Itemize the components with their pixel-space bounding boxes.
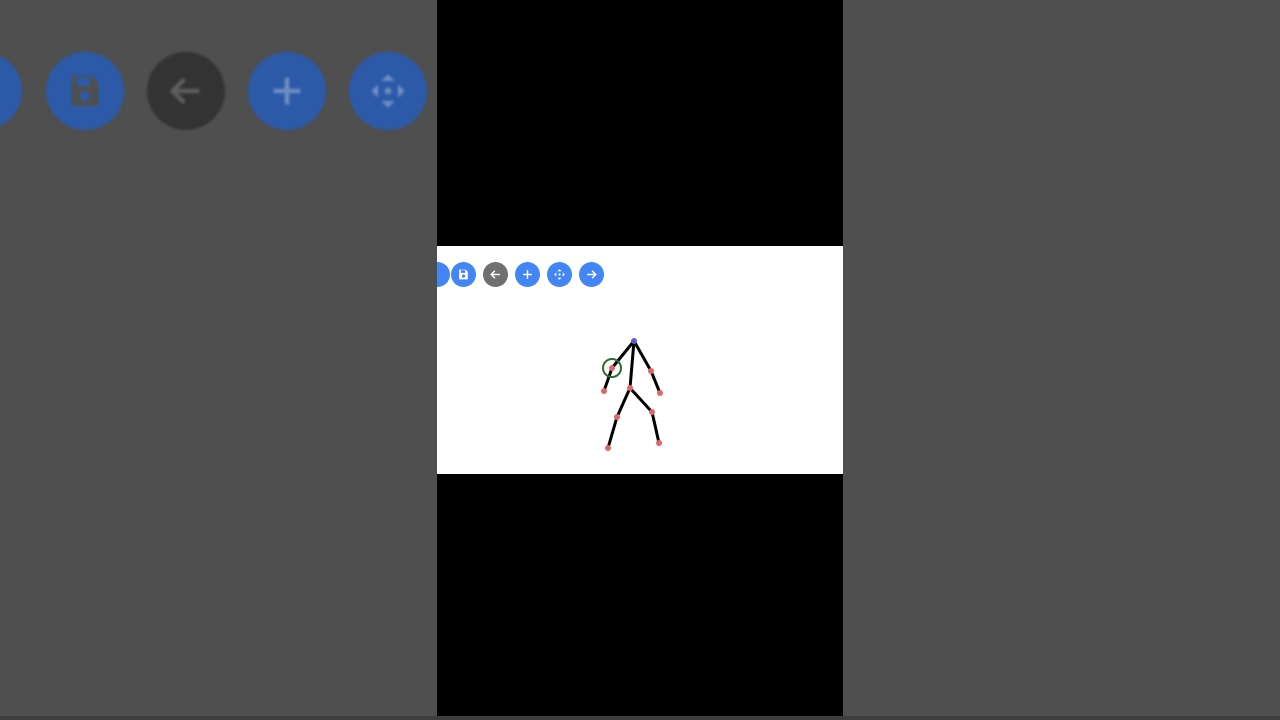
joint-left-hand[interactable] bbox=[601, 388, 607, 394]
arrow-left-icon bbox=[169, 77, 200, 105]
save-icon bbox=[71, 76, 99, 106]
limb-right-shin[interactable] bbox=[650, 410, 661, 445]
joint-left-foot[interactable] bbox=[605, 445, 611, 451]
backdrop-save-button bbox=[46, 52, 124, 130]
backdrop-undo-button bbox=[147, 52, 225, 130]
limb-torso[interactable] bbox=[628, 339, 636, 390]
backdrop-partial-button bbox=[0, 52, 22, 130]
joint-right-knee[interactable] bbox=[649, 409, 655, 415]
joint-right-foot[interactable] bbox=[656, 440, 662, 446]
limb-left-shin[interactable] bbox=[606, 415, 619, 450]
plus-icon bbox=[273, 77, 301, 105]
backdrop-add-button bbox=[248, 52, 326, 130]
limb-right-thigh[interactable] bbox=[628, 386, 654, 414]
pose-editor-canvas[interactable] bbox=[437, 246, 843, 474]
joint-left-knee[interactable] bbox=[614, 414, 620, 420]
backdrop-toolbar bbox=[0, 0, 437, 180]
video-frame bbox=[437, 0, 843, 720]
joint-right-elbow[interactable] bbox=[648, 368, 654, 374]
joint-right-hand[interactable] bbox=[657, 390, 663, 396]
limb-left-thigh[interactable] bbox=[615, 386, 632, 419]
backdrop-move-button bbox=[349, 52, 427, 130]
bottom-edge bbox=[0, 716, 1280, 720]
joint-hip[interactable] bbox=[627, 385, 633, 391]
stick-figure[interactable] bbox=[437, 246, 843, 474]
limb-left-forearm[interactable] bbox=[602, 366, 614, 393]
limb-right-upper-arm[interactable] bbox=[632, 339, 653, 373]
joint-left-elbow[interactable] bbox=[609, 365, 615, 371]
move-icon bbox=[371, 74, 405, 108]
limb-right-forearm[interactable] bbox=[649, 369, 662, 395]
joint-head[interactable] bbox=[631, 338, 637, 344]
